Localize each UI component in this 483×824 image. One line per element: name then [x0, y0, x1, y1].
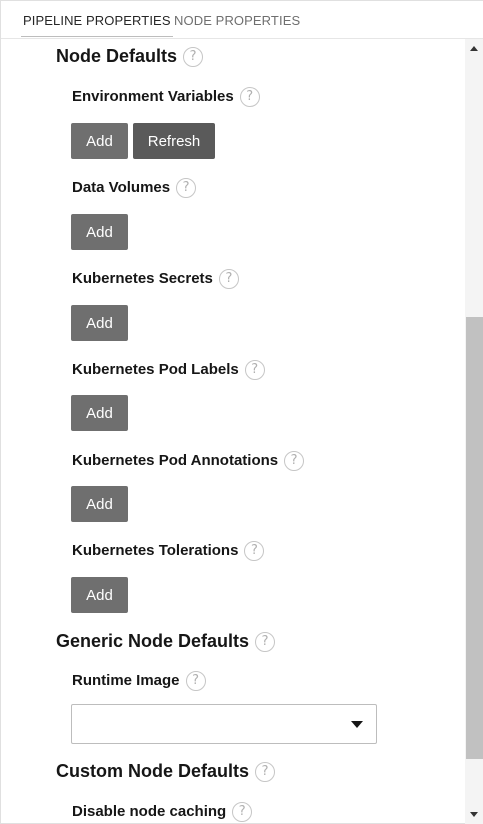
- help-icon[interactable]: ?: [239, 87, 260, 107]
- scrollbar-thumb[interactable]: [466, 317, 483, 759]
- kubernetes-tolerations-label: Kubernetes Tolerations: [72, 541, 239, 559]
- kubernetes-tolerations-label-row: Kubernetes Tolerations?: [72, 541, 265, 561]
- help-icon[interactable]: ?: [244, 360, 265, 380]
- generic-node-defaults-title: Generic Node Defaults: [56, 631, 250, 651]
- kubernetes-pod-annotations-add-button[interactable]: Add: [71, 486, 128, 522]
- properties-panel: PIPELINE PROPERTIES NODE PROPERTIES Node…: [0, 0, 483, 824]
- help-icon[interactable]: ?: [255, 762, 276, 783]
- environment-variables-add-button[interactable]: Add: [71, 123, 128, 159]
- help-icon[interactable]: ?: [244, 541, 265, 561]
- help-icon[interactable]: ?: [176, 178, 197, 198]
- node-defaults-heading: Node Defaults?: [56, 46, 204, 68]
- node-defaults-title: Node Defaults: [56, 46, 178, 66]
- chevron-down-icon: [351, 721, 363, 728]
- help-icon[interactable]: ?: [218, 269, 239, 289]
- kubernetes-secrets-label-row: Kubernetes Secrets?: [72, 269, 239, 289]
- kubernetes-pod-annotations-label-row: Kubernetes Pod Annotations?: [72, 451, 305, 471]
- environment-variables-label-row: Environment Variables?: [72, 87, 260, 107]
- kubernetes-pod-labels-add-button[interactable]: Add: [71, 395, 128, 431]
- environment-variables-refresh-button[interactable]: Refresh: [133, 123, 215, 159]
- kubernetes-pod-labels-label: Kubernetes Pod Labels: [72, 360, 239, 378]
- vertical-scrollbar[interactable]: [465, 39, 483, 824]
- data-volumes-label-row: Data Volumes?: [72, 178, 197, 198]
- kubernetes-tolerations-add-button[interactable]: Add: [71, 577, 128, 613]
- runtime-image-label-row: Runtime Image?: [72, 671, 206, 691]
- tab-bar: PIPELINE PROPERTIES NODE PROPERTIES: [1, 1, 483, 39]
- data-volumes-label: Data Volumes: [72, 178, 171, 196]
- runtime-image-label: Runtime Image: [72, 671, 180, 689]
- help-icon[interactable]: ?: [185, 671, 206, 691]
- properties-scroll-area: Node Defaults? Environment Variables? Ad…: [1, 39, 465, 824]
- help-icon[interactable]: ?: [232, 802, 253, 822]
- scroll-down-icon[interactable]: [470, 812, 478, 817]
- help-icon[interactable]: ?: [255, 632, 276, 653]
- custom-node-defaults-heading: Custom Node Defaults?: [56, 761, 276, 783]
- tab-node-properties[interactable]: NODE PROPERTIES: [174, 13, 300, 37]
- help-icon[interactable]: ?: [183, 47, 204, 68]
- kubernetes-pod-annotations-label: Kubernetes Pod Annotations: [72, 451, 279, 469]
- environment-variables-label: Environment Variables: [72, 87, 234, 105]
- disable-node-caching-label: Disable node caching: [72, 802, 227, 820]
- generic-node-defaults-heading: Generic Node Defaults?: [56, 631, 276, 653]
- scroll-up-icon[interactable]: [470, 46, 478, 51]
- custom-node-defaults-title: Custom Node Defaults: [56, 761, 250, 781]
- kubernetes-pod-labels-label-row: Kubernetes Pod Labels?: [72, 360, 265, 380]
- runtime-image-select[interactable]: [71, 704, 377, 744]
- kubernetes-secrets-add-button[interactable]: Add: [71, 305, 128, 341]
- help-icon[interactable]: ?: [284, 451, 305, 471]
- data-volumes-add-button[interactable]: Add: [71, 214, 128, 250]
- kubernetes-secrets-label: Kubernetes Secrets: [72, 269, 213, 287]
- tab-pipeline-properties[interactable]: PIPELINE PROPERTIES: [21, 13, 173, 37]
- disable-node-caching-label-row: Disable node caching?: [72, 802, 253, 822]
